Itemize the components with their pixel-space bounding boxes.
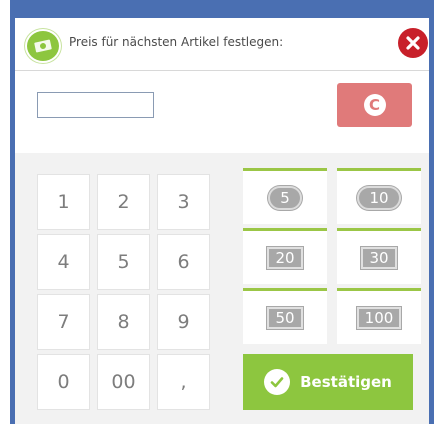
clear-button[interactable]: C: [337, 83, 412, 127]
money-button-20[interactable]: 20: [243, 228, 327, 284]
banknote-icon: 100: [356, 306, 402, 329]
coin-icon: 10: [357, 185, 401, 210]
money-button-5[interactable]: 5: [243, 168, 327, 224]
confirm-button[interactable]: Bestätigen: [243, 354, 413, 410]
keypad-area: 1 2 3 4 5 6 7 8 9 0 00 , 5 10 20 30 50 1…: [15, 154, 429, 424]
money-label-30: 30: [369, 248, 389, 267]
amount-display-area: C: [15, 71, 429, 153]
banknote-icon: 20: [267, 246, 303, 269]
money-button-50[interactable]: 50: [243, 288, 327, 344]
money-label-10: 10: [369, 188, 389, 207]
money-button-10[interactable]: 10: [337, 168, 421, 224]
amount-input[interactable]: [37, 92, 154, 118]
key-00[interactable]: 00: [97, 354, 150, 410]
money-label-20: 20: [275, 248, 295, 267]
money-label-5: 5: [280, 188, 290, 207]
key-comma[interactable]: ,: [157, 354, 210, 410]
banknote-icon: 50: [267, 306, 303, 329]
money-label-100: 100: [364, 308, 394, 327]
key-3[interactable]: 3: [157, 174, 210, 230]
close-button[interactable]: [398, 28, 428, 58]
clear-icon: C: [363, 94, 386, 116]
key-0[interactable]: 0: [37, 354, 90, 410]
price-dialog: Preis für nächsten Artikel festlegen: C …: [15, 18, 429, 424]
checkmark-icon: [264, 369, 291, 395]
key-1[interactable]: 1: [37, 174, 90, 230]
dialog-title: Preis für nächsten Artikel festlegen:: [69, 35, 284, 49]
key-7[interactable]: 7: [37, 294, 90, 350]
close-icon: [406, 36, 420, 50]
key-5[interactable]: 5: [97, 234, 150, 290]
money-button-100[interactable]: 100: [337, 288, 421, 344]
key-6[interactable]: 6: [157, 234, 210, 290]
key-9[interactable]: 9: [157, 294, 210, 350]
banknote-stack-icon: 30: [361, 246, 397, 269]
key-8[interactable]: 8: [97, 294, 150, 350]
confirm-label: Bestätigen: [300, 373, 392, 391]
money-icon: [25, 29, 61, 63]
money-label-50: 50: [275, 308, 295, 327]
key-4[interactable]: 4: [37, 234, 90, 290]
money-button-30[interactable]: 30: [337, 228, 421, 284]
coin-icon: 5: [268, 185, 302, 210]
key-2[interactable]: 2: [97, 174, 150, 230]
dialog-titlebar: Preis für nächsten Artikel festlegen:: [15, 18, 429, 71]
